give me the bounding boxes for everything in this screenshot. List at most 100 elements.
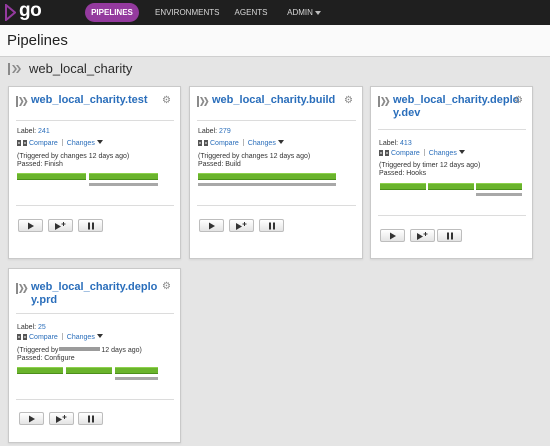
chevron-down-icon xyxy=(314,11,321,15)
play-icon xyxy=(27,222,34,229)
nav-environments[interactable]: ENVIRONMENTS xyxy=(155,3,219,22)
pause-icon xyxy=(87,222,94,229)
trigger-info: (Triggered by timer 12 days ago) Passed: … xyxy=(379,162,480,178)
compare-link[interactable]: Compare xyxy=(29,334,58,341)
stage-bar[interactable] xyxy=(89,173,158,180)
pipeline-name-link[interactable]: web_local_charity.deplo y.dev xyxy=(393,94,519,120)
compare-changes-row: Compare Changes xyxy=(17,139,103,148)
pause-button[interactable] xyxy=(259,219,284,232)
changes-link[interactable]: Changes xyxy=(67,334,95,341)
trigger-with-options-button[interactable] xyxy=(48,219,73,232)
stage-bar[interactable] xyxy=(476,183,522,190)
logo-text: go xyxy=(19,0,42,21)
divider xyxy=(16,313,174,314)
pipeline-name-line2: y.dev xyxy=(393,107,421,119)
triggered-prefix: (Triggered by xyxy=(17,347,59,354)
changes-link[interactable]: Changes xyxy=(67,140,95,147)
gear-icon[interactable]: ⚙ xyxy=(162,96,171,106)
trigger-button[interactable] xyxy=(19,412,44,425)
pipeline-card: web_local_charity.deplo y.dev ⚙ Label: 41… xyxy=(370,86,533,259)
stage-history-bar xyxy=(476,193,522,196)
redacted-text xyxy=(59,347,101,351)
pipeline-icon xyxy=(16,283,28,294)
trigger-button[interactable] xyxy=(380,229,405,242)
divider xyxy=(378,129,526,130)
pause-button[interactable] xyxy=(78,412,103,425)
stage-bar[interactable] xyxy=(17,367,63,374)
pause-icon xyxy=(446,232,453,239)
pipeline-label: Label: 241 xyxy=(17,128,50,135)
pipeline-group-title[interactable]: web_local_charity xyxy=(29,61,132,76)
trigger-button[interactable] xyxy=(199,219,224,232)
triggered-text: (Triggered by timer 12 days ago) xyxy=(379,162,481,169)
divider xyxy=(242,139,244,146)
compare-icon xyxy=(17,140,27,146)
stage-history-bar xyxy=(89,183,158,186)
trigger-with-options-button[interactable] xyxy=(410,229,435,242)
caret-down-icon[interactable] xyxy=(458,150,465,154)
nav-admin-label: ADMIN xyxy=(287,8,313,17)
nav-pipelines[interactable]: PIPELINES xyxy=(85,3,139,22)
caret-down-icon[interactable] xyxy=(277,140,284,144)
go-logo[interactable]: go xyxy=(5,0,51,22)
trigger-with-options-button[interactable] xyxy=(229,219,254,232)
compare-changes-row: Compare Changes xyxy=(379,149,465,158)
changes-link[interactable]: Changes xyxy=(429,150,457,157)
play-plus-icon xyxy=(416,231,427,240)
passed-text: Passed: Hooks xyxy=(379,170,427,177)
compare-link[interactable]: Compare xyxy=(391,150,420,157)
compare-link[interactable]: Compare xyxy=(210,140,239,147)
pause-button[interactable] xyxy=(78,219,103,232)
pipeline-name-link[interactable]: web_local_charity.build xyxy=(212,94,335,107)
label-value[interactable]: 25 xyxy=(38,324,46,331)
compare-changes-row: Compare Changes xyxy=(198,139,284,148)
pipeline-icon xyxy=(16,96,28,107)
page-header: Pipelines xyxy=(0,25,550,57)
pipeline-name-line2: y.prd xyxy=(31,294,58,306)
caret-down-icon[interactable] xyxy=(96,140,103,144)
changes-link[interactable]: Changes xyxy=(248,140,276,147)
gear-icon[interactable]: ⚙ xyxy=(344,96,353,106)
nav-agents[interactable]: AGENTS xyxy=(234,3,268,22)
label-prefix: Label: xyxy=(17,324,39,331)
stage-bar[interactable] xyxy=(115,367,158,374)
trigger-button[interactable] xyxy=(18,219,43,232)
play-icon xyxy=(208,222,215,229)
pipeline-icon xyxy=(197,96,209,107)
trigger-with-options-button[interactable] xyxy=(49,412,74,425)
label-value[interactable]: 279 xyxy=(219,128,231,135)
trigger-info: (Triggered by 12 days ago) Passed: Configu… xyxy=(17,347,142,363)
gear-icon[interactable]: ⚙ xyxy=(162,282,171,292)
stage-bar[interactable] xyxy=(17,173,86,180)
trigger-info: (Triggered by changes 12 days ago) Passed… xyxy=(198,153,310,169)
label-value[interactable]: 413 xyxy=(400,140,412,147)
caret-down-icon[interactable] xyxy=(96,334,103,338)
stage-bar[interactable] xyxy=(198,173,336,180)
triggered-suffix: 12 days ago) xyxy=(101,347,142,354)
label-prefix: Label: xyxy=(379,140,401,147)
compare-link[interactable]: Compare xyxy=(29,140,58,147)
stage-history-bar xyxy=(115,377,158,380)
pipeline-label: Label: 25 xyxy=(17,324,46,331)
label-prefix: Label: xyxy=(17,128,39,135)
nav-admin[interactable]: ADMIN xyxy=(286,3,322,22)
pipeline-name-link[interactable]: web_local_charity.test xyxy=(31,94,148,107)
pipeline-name-link[interactable]: web_local_charity.deplo y.prd xyxy=(31,281,157,307)
passed-text: Passed: Build xyxy=(198,161,241,168)
triggered-text: (Triggered by changes 12 days ago) xyxy=(198,153,311,160)
pause-button[interactable] xyxy=(437,229,462,242)
pipeline-name-line1: web_local_charity.deplo xyxy=(393,94,520,106)
play-plus-icon xyxy=(55,414,66,423)
pipeline-label: Label: 279 xyxy=(198,128,231,135)
label-value[interactable]: 241 xyxy=(38,128,50,135)
pipeline-icon xyxy=(378,96,390,107)
stage-bar[interactable] xyxy=(428,183,474,190)
play-plus-icon xyxy=(235,221,246,230)
play-plus-icon xyxy=(54,221,65,230)
stage-bar[interactable] xyxy=(66,367,112,374)
play-icon xyxy=(28,415,35,422)
gear-icon[interactable]: ⚙ xyxy=(514,96,523,106)
compare-icon xyxy=(198,140,208,146)
stage-bar[interactable] xyxy=(380,183,426,190)
passed-text: Passed: Configure xyxy=(17,355,75,362)
